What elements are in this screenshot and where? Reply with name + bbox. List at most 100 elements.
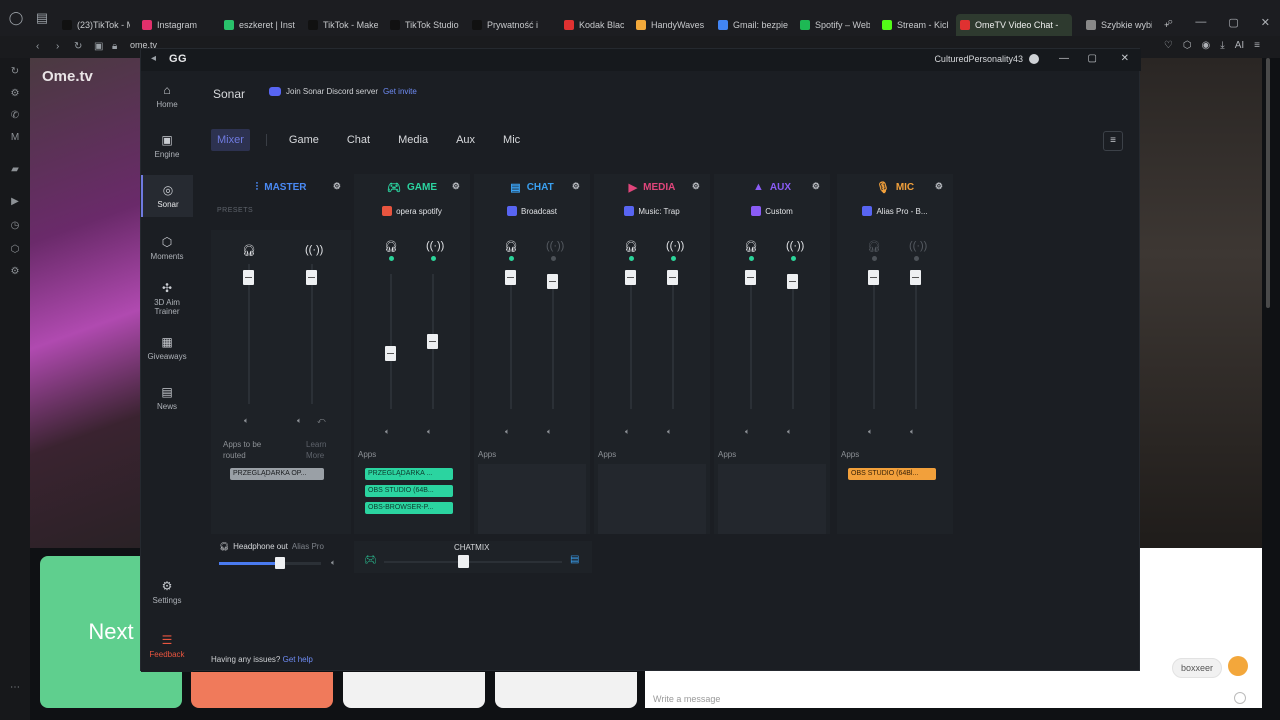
download-icon[interactable]: ⤓ bbox=[1220, 40, 1224, 51]
mute-icon[interactable]: 🔈︎ bbox=[868, 427, 873, 437]
link-icon[interactable]: ⤺ bbox=[317, 416, 326, 426]
mute-icon[interactable]: 🔈︎ bbox=[910, 427, 915, 437]
game-preset[interactable]: opera spotify bbox=[354, 206, 470, 216]
broadcast-icon[interactable]: ((·)) bbox=[305, 244, 323, 256]
headphone-icon[interactable]: 🎧︎ bbox=[624, 240, 638, 253]
browser-tab[interactable]: Szybkie wybie bbox=[1082, 14, 1152, 36]
sidebar-history-icon[interactable]: ◷ bbox=[9, 220, 21, 232]
broadcast-icon[interactable]: ((·)) bbox=[786, 240, 804, 252]
forward-icon[interactable]: › bbox=[56, 41, 59, 52]
sidebar-tool-icon[interactable]: ⚙ bbox=[9, 88, 21, 100]
broadcast-off-icon[interactable]: ((·)) bbox=[546, 240, 564, 252]
mute-icon[interactable]: 🔈︎ bbox=[787, 427, 792, 437]
learn-more-link[interactable]: Learn More bbox=[306, 439, 336, 461]
mic-headphone-slider[interactable] bbox=[868, 270, 879, 285]
chatmix-slider[interactable] bbox=[458, 555, 469, 568]
close-icon[interactable]: ✕ bbox=[1261, 16, 1270, 29]
nav-engine[interactable]: ▣ Engine bbox=[141, 133, 193, 159]
option-button[interactable] bbox=[495, 672, 637, 708]
search-icon[interactable]: ⌕ bbox=[1167, 16, 1173, 29]
app-chip[interactable]: OBS STUDIO (64B... bbox=[365, 485, 453, 497]
sidebar-play-icon[interactable]: ▶ bbox=[9, 196, 21, 208]
mute-icon[interactable]: 🔈︎ bbox=[547, 427, 552, 437]
master-stream-slider[interactable] bbox=[306, 270, 317, 285]
nav-giveaways[interactable]: ▦ Giveaways bbox=[141, 335, 193, 361]
broadcast-off-icon[interactable]: ((·)) bbox=[909, 240, 927, 252]
gear-icon[interactable]: ⚙ bbox=[812, 181, 820, 192]
sidebar-box-icon[interactable]: ⬡ bbox=[9, 244, 21, 256]
browser-tab[interactable]: Spotify – Web bbox=[796, 14, 870, 36]
sidebar-more-icon[interactable]: ⋯ bbox=[9, 682, 21, 694]
sidebar-twitch-icon[interactable]: ▰ bbox=[9, 164, 21, 176]
nav-news[interactable]: ▤ News bbox=[141, 385, 193, 411]
tab-mixer[interactable]: Mixer bbox=[211, 129, 250, 151]
maximize-icon[interactable]: ▢ bbox=[1088, 53, 1097, 64]
message-input[interactable]: Write a message bbox=[653, 694, 720, 704]
browser-tab[interactable]: Prywatność i bbox=[468, 14, 552, 36]
browser-tab[interactable]: TikTok Studio bbox=[386, 14, 460, 36]
gear-icon[interactable]: ⚙ bbox=[333, 181, 341, 192]
game-stream-slider[interactable] bbox=[427, 334, 438, 349]
chat-headphone-slider[interactable] bbox=[505, 270, 516, 285]
opera-menu-icon[interactable]: ◯ bbox=[8, 10, 24, 26]
browser-tab[interactable]: Gmail: bezpie bbox=[714, 14, 788, 36]
tab-mic[interactable]: Mic bbox=[497, 129, 526, 151]
gear-icon[interactable]: ⚙ bbox=[692, 181, 700, 192]
gear-icon[interactable]: ⚙ bbox=[452, 181, 460, 192]
camera-icon[interactable]: ◉ bbox=[1202, 40, 1211, 51]
headphone-off-icon[interactable]: 🎧︎ bbox=[867, 240, 881, 253]
minimize-icon[interactable]: — bbox=[1195, 16, 1206, 29]
sidebar-whatsapp-icon[interactable]: ✆ bbox=[9, 110, 21, 122]
app-chip[interactable]: PRZEGLĄDARKA ... bbox=[365, 468, 453, 480]
get-help-link[interactable]: Get help bbox=[283, 655, 313, 664]
stop-button[interactable] bbox=[191, 672, 333, 708]
apps-dropzone[interactable] bbox=[598, 464, 706, 534]
game-headphone-slider[interactable] bbox=[385, 346, 396, 361]
chat-stream-slider[interactable] bbox=[547, 274, 558, 289]
mute-icon[interactable]: 🔈︎ bbox=[667, 427, 672, 437]
nav-aim-trainer[interactable]: ✣ 3D Aim Trainer bbox=[141, 281, 193, 316]
ai-button[interactable]: AI bbox=[1235, 40, 1244, 51]
broadcast-icon[interactable]: ((·)) bbox=[666, 240, 684, 252]
headphone-icon[interactable]: 🎧︎ bbox=[504, 240, 518, 253]
aux-stream-slider[interactable] bbox=[787, 274, 798, 289]
aux-preset[interactable]: Custom bbox=[714, 206, 830, 216]
browser-tab[interactable]: HandyWaves bbox=[632, 14, 706, 36]
sidebar-mail-icon[interactable]: M bbox=[9, 132, 21, 144]
tab-menu-icon[interactable]: ▤ bbox=[34, 10, 50, 26]
app-chip[interactable]: OBS-BROWSER-P... bbox=[365, 502, 453, 514]
maximize-icon[interactable]: ▢ bbox=[1228, 16, 1238, 29]
master-headphone-slider[interactable] bbox=[243, 270, 254, 285]
browser-tab[interactable]: eszkeret | Inst bbox=[220, 14, 296, 36]
apps-dropzone[interactable] bbox=[718, 464, 826, 534]
mic-stream-slider[interactable] bbox=[910, 270, 921, 285]
volume-thumb[interactable] bbox=[275, 557, 285, 569]
broadcast-icon[interactable]: ((·)) bbox=[426, 240, 444, 252]
headphone-icon[interactable]: 🎧︎ bbox=[242, 244, 256, 257]
sidebar-settings-icon[interactable]: ⚙ bbox=[9, 266, 21, 278]
mic-preset[interactable]: Alias Pro - B... bbox=[837, 206, 953, 216]
option-button[interactable] bbox=[343, 672, 485, 708]
apps-dropzone[interactable] bbox=[478, 464, 586, 534]
get-invite-link[interactable]: Get invite bbox=[383, 87, 417, 96]
mute-icon[interactable]: 🔈︎ bbox=[427, 427, 432, 437]
nav-feedback[interactable]: ☰ Feedback bbox=[141, 633, 193, 659]
menu-icon[interactable]: ≡ bbox=[1254, 40, 1260, 51]
headphone-output[interactable]: 🎧︎ Headphone out Alias Pro bbox=[219, 542, 324, 551]
back-icon[interactable]: ‹ bbox=[36, 41, 39, 52]
sidebar-refresh-icon[interactable]: ↻ bbox=[9, 66, 21, 78]
headphone-icon[interactable]: 🎧︎ bbox=[384, 240, 398, 253]
chat-preset[interactable]: Broadcast bbox=[474, 206, 590, 216]
mute-icon[interactable]: 🔈︎ bbox=[745, 427, 750, 437]
master-volume-slider[interactable] bbox=[219, 557, 321, 569]
tab-game[interactable]: Game bbox=[283, 129, 325, 151]
site-info-icon[interactable]: ▣ bbox=[94, 41, 103, 52]
pin-icon[interactable]: ◂ bbox=[151, 53, 156, 64]
nav-home[interactable]: ⌂ Home bbox=[141, 83, 193, 109]
mute-icon[interactable]: 🔈︎ bbox=[244, 416, 249, 426]
browser-tab[interactable]: Instagram bbox=[138, 14, 212, 36]
headphone-icon[interactable]: 🎧︎ bbox=[744, 240, 758, 253]
emoji-icon[interactable] bbox=[1234, 692, 1246, 704]
app-chip[interactable]: OBS STUDIO (64Bl... bbox=[848, 468, 936, 480]
close-icon[interactable]: ✕ bbox=[1121, 53, 1129, 64]
